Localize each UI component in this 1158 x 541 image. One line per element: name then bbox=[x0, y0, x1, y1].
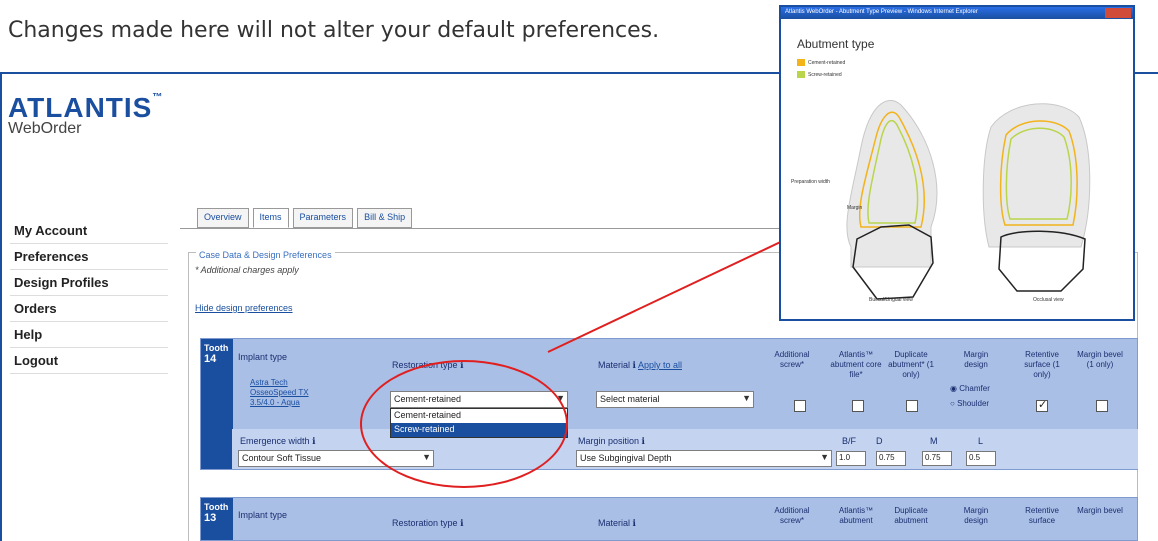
d-input[interactable]: 0.75 bbox=[876, 451, 906, 466]
sidebar-item-logout[interactable]: Logout bbox=[10, 348, 168, 374]
caption-left-view: Buccal/Lingual view bbox=[869, 297, 913, 303]
retentive-surface-checkbox[interactable] bbox=[1036, 398, 1048, 412]
cement-swatch bbox=[797, 59, 805, 66]
window-controls[interactable] bbox=[1105, 8, 1131, 18]
material-select[interactable]: Select material ▼ bbox=[596, 391, 754, 408]
implant-type-label: Implant type bbox=[238, 352, 288, 362]
margin-position-select[interactable]: Use Subgingival Depth ▼ bbox=[576, 450, 832, 467]
duplicate-abutment-header: Duplicate abutment* (1 only) bbox=[888, 350, 934, 379]
logo-tm: ™ bbox=[152, 92, 164, 103]
margin-design-header: Margin design bbox=[963, 506, 989, 525]
sidebar-item-help[interactable]: Help bbox=[10, 322, 168, 348]
tooth-number: 14 bbox=[204, 353, 217, 365]
sidebar-item-orders[interactable]: Orders bbox=[10, 296, 168, 322]
sidebar-item-my-account[interactable]: My Account bbox=[10, 218, 168, 244]
sidebar: My Account Preferences Design Profiles O… bbox=[10, 218, 168, 374]
label-preparation: Preparation width bbox=[791, 179, 830, 185]
info-icon[interactable]: ℹ bbox=[312, 436, 315, 446]
margin-position-label: Margin position ℹ bbox=[578, 436, 645, 446]
margin-bevel-header: Margin bevel bbox=[1077, 506, 1123, 515]
radio-shoulder[interactable]: ○ Shoulder bbox=[950, 399, 989, 408]
retentive-surface-header: Retentive surface (1 only) bbox=[1024, 350, 1060, 379]
caption-text: Changes made here will not alter your de… bbox=[8, 18, 660, 43]
tab-items[interactable]: Items bbox=[252, 208, 289, 228]
bf-header: B/F bbox=[842, 436, 857, 446]
additional-screw-checkbox[interactable] bbox=[794, 400, 806, 412]
caption-right-view: Occlusal view bbox=[1033, 297, 1064, 303]
highlight-circle bbox=[360, 360, 568, 488]
popup-heading: Abutment type bbox=[797, 37, 875, 51]
chevron-down-icon: ▼ bbox=[820, 452, 829, 462]
label-margin: Margin bbox=[847, 205, 863, 211]
app-left-border bbox=[0, 72, 2, 541]
hide-design-preferences-link[interactable]: Hide design preferences bbox=[195, 303, 293, 313]
chevron-down-icon: ▼ bbox=[742, 393, 751, 403]
emergence-width-label: Emergence width ℹ bbox=[240, 436, 316, 446]
info-icon[interactable]: ℹ bbox=[642, 436, 645, 446]
restoration-type-label: Restoration type ℹ bbox=[392, 518, 464, 528]
popup-title-bar: Atlantis WebOrder - Abutment Type Previe… bbox=[781, 7, 1133, 19]
m-header: M bbox=[930, 436, 938, 446]
margin-design-header: Margin design bbox=[963, 350, 989, 369]
tooth-label: Tooth 14 bbox=[201, 339, 233, 469]
logo: ATLANTIS™ WebOrder bbox=[8, 92, 163, 138]
tab-bar: Overview Items Parameters Bill & Ship bbox=[197, 208, 413, 228]
m-input[interactable]: 0.75 bbox=[922, 451, 952, 466]
material-label: Material ℹ bbox=[598, 518, 636, 528]
margin-bevel-header: Margin bevel (1 only) bbox=[1077, 350, 1123, 369]
sidebar-item-design-profiles[interactable]: Design Profiles bbox=[10, 270, 168, 296]
core-file-header: Atlantis™ abutment core file* bbox=[830, 350, 882, 379]
abutment-illustration bbox=[846, 100, 1091, 300]
radio-chamfer[interactable]: ◉ Chamfer bbox=[950, 384, 990, 393]
info-icon[interactable]: ℹ bbox=[460, 518, 463, 528]
additional-charges-note: * Additional charges apply bbox=[195, 265, 299, 275]
tooth-label: Tooth 13 bbox=[201, 498, 233, 540]
tab-overview[interactable]: Overview bbox=[197, 208, 249, 228]
apply-to-all-link[interactable]: Apply to all bbox=[638, 360, 682, 370]
margin-bevel-checkbox[interactable] bbox=[1096, 400, 1108, 412]
duplicate-abutment-checkbox[interactable] bbox=[906, 400, 918, 412]
tooth-number: 13 bbox=[204, 512, 217, 524]
l-header: L bbox=[978, 436, 984, 446]
duplicate-abutment-header: Duplicate abutment bbox=[894, 506, 928, 525]
tab-parameters[interactable]: Parameters bbox=[292, 208, 354, 228]
fieldset-legend: Case Data & Design Preferences bbox=[196, 250, 335, 260]
core-file-header: Atlantis™ abutment bbox=[838, 506, 874, 525]
d-header: D bbox=[876, 436, 883, 446]
logo-text: ATLANTIS bbox=[8, 92, 153, 123]
tab-bill-ship[interactable]: Bill & Ship bbox=[357, 208, 413, 228]
additional-screw-header: Additional screw* bbox=[774, 506, 810, 525]
legend-cement-retained: Cement-retained bbox=[797, 59, 845, 66]
info-icon[interactable]: ℹ bbox=[633, 518, 636, 528]
implant-type-label: Implant type bbox=[238, 510, 288, 520]
abutment-preview-window: Atlantis WebOrder - Abutment Type Previe… bbox=[779, 5, 1135, 321]
core-file-checkbox[interactable] bbox=[852, 400, 864, 412]
info-icon[interactable]: ℹ bbox=[633, 360, 636, 370]
sidebar-item-preferences[interactable]: Preferences bbox=[10, 244, 168, 270]
bf-input[interactable]: 1.0 bbox=[836, 451, 866, 466]
l-input[interactable]: 0.5 bbox=[966, 451, 996, 466]
implant-type-link[interactable]: Astra Tech OsseoSpeed TX 3.5/4.0 - Aqua bbox=[250, 378, 330, 408]
retentive-surface-header: Retentive surface bbox=[1025, 506, 1059, 525]
tab-baseline bbox=[180, 228, 780, 229]
additional-screw-header: Additional screw* bbox=[774, 350, 810, 369]
material-label: Material ℹ Apply to all bbox=[598, 360, 682, 370]
